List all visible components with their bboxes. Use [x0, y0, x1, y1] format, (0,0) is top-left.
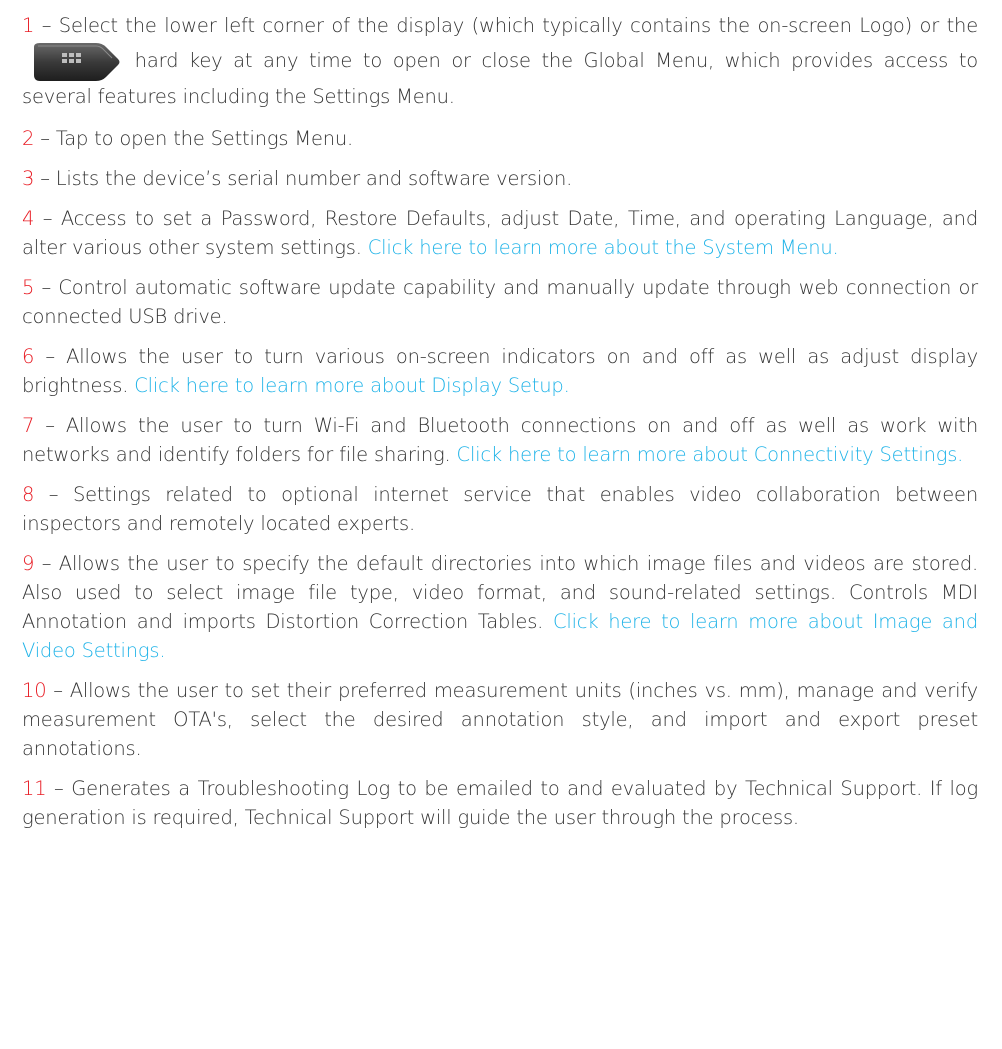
item-text-continued: hard key at any time to open or close th… [22, 49, 978, 108]
item-number: 10 [22, 679, 47, 702]
item-text: – Settings related to optional internet … [22, 483, 978, 535]
item-number: 3 [22, 167, 35, 190]
list-item-4: 4 – Access to set a Password, Restore De… [22, 204, 978, 262]
connectivity-settings-link[interactable]: Click here to learn more about Connectiv… [457, 443, 964, 466]
item-number: 4 [22, 207, 35, 230]
item-text: – Tap to open the Settings Menu. [34, 127, 354, 150]
list-item-9: 9 – Allows the user to specify the defau… [22, 549, 978, 665]
item-text: – Lists the device’s serial number and s… [34, 167, 573, 190]
list-item-1: 1 – Select the lower left corner of the … [22, 10, 978, 112]
item-number: 2 [22, 127, 35, 150]
item-number: 9 [22, 552, 35, 575]
item-number: 5 [22, 276, 35, 299]
item-text: – Control automatic software update capa… [22, 276, 978, 328]
list-item-2: 2 – Tap to open the Settings Menu. [22, 124, 978, 153]
document-page: 1 – Select the lower left corner of the … [0, 0, 1002, 1049]
grid-hard-key-icon [26, 41, 122, 81]
list-item-11: 11 – Generates a Troubleshooting Log to … [22, 774, 978, 832]
item-text: – Allows the user to set their preferred… [22, 679, 978, 760]
item-number: 6 [22, 345, 35, 368]
item-number: 1 [22, 14, 35, 37]
display-setup-link[interactable]: Click here to learn more about Display S… [134, 374, 570, 397]
item-text: – Generates a Troubleshooting Log to be … [22, 777, 978, 829]
list-item-6: 6 – Allows the user to turn various on-s… [22, 342, 978, 400]
system-menu-link[interactable]: Click here to learn more about the Syste… [368, 236, 839, 259]
list-item-5: 5 – Control automatic software update ca… [22, 273, 978, 331]
list-item-7: 7 – Allows the user to turn Wi-Fi and Bl… [22, 411, 978, 469]
list-item-8: 8 – Settings related to optional interne… [22, 480, 978, 538]
item-number: 8 [22, 483, 35, 506]
item-number: 7 [22, 414, 35, 437]
item-text: – Select the lower left corner of the di… [34, 14, 978, 37]
list-item-3: 3 – Lists the device’s serial number and… [22, 164, 978, 193]
item-number: 11 [22, 777, 47, 800]
list-item-10: 10 – Allows the user to set their prefer… [22, 676, 978, 763]
